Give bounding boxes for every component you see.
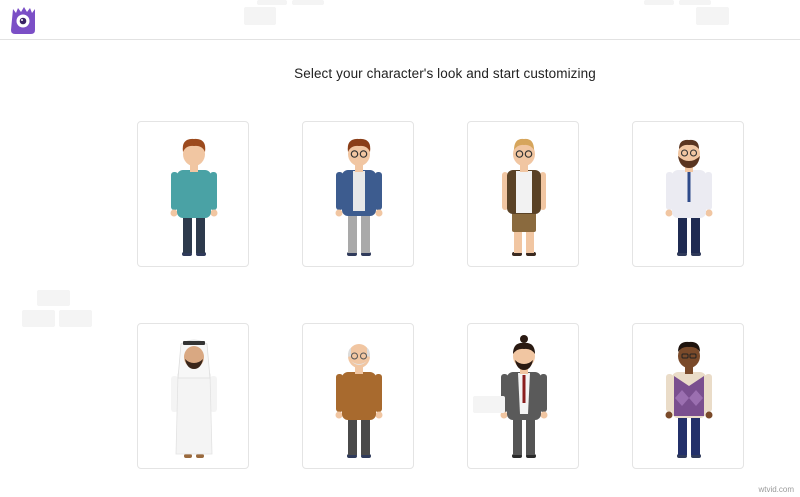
character-vest-glasses-man [502,138,546,256]
character-hoodie-glasses-man [335,138,383,256]
header-placeholder-d [644,0,674,5]
header-placeholder-a [244,7,276,25]
card-overlay-placeholder [473,396,505,413]
header-placeholder-e [679,0,711,5]
header-placeholder-b [257,0,287,5]
character-card-hoodie-glasses-man[interactable] [302,121,414,267]
character-teal-sweater-man [170,138,218,256]
character-arab-robe-man [171,339,217,458]
header-placeholder-c [292,0,324,5]
page-headline: Select your character's look and start c… [294,66,596,81]
character-card-vest-glasses-man[interactable] [467,121,579,267]
character-card-tie-bearded-man[interactable] [632,121,744,267]
header-placeholder-f [696,7,729,25]
character-card-argyle-vest-man[interactable] [632,323,744,469]
watermark-text: wtvid.com [758,485,794,494]
side-placeholder-a [37,290,70,306]
side-placeholder-b [22,310,55,327]
side-placeholder-c [59,310,92,327]
purple-monster-logo-icon[interactable] [6,4,40,36]
character-argyle-vest-man [665,341,713,458]
top-bar [0,0,800,40]
character-card-teal-sweater-man[interactable] [137,121,249,267]
character-tie-bearded-man [665,139,713,256]
character-elderly-bald-man [335,344,383,458]
character-card-elderly-bald-man[interactable] [302,323,414,469]
character-card-arab-robe-man[interactable] [137,323,249,469]
